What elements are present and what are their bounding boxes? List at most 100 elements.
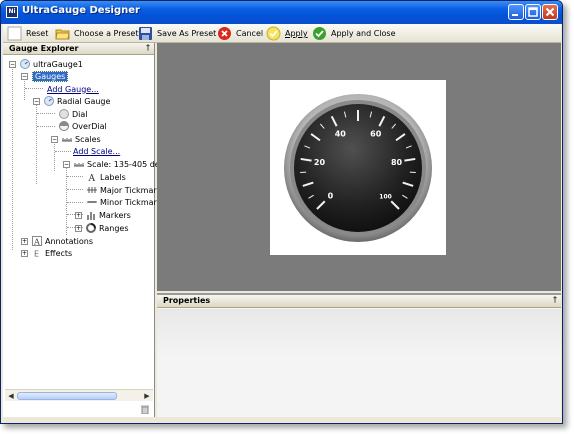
ranges-icon [86,223,96,233]
expand-toggle[interactable]: + [75,224,82,232]
properties-title: Properties [163,296,211,305]
tree-label-radial-gauge: Radial Gauge [57,96,111,106]
apply-and-close-button[interactable]: Apply and Close [312,25,396,42]
window-title: UltraGauge Designer [22,5,140,16]
apply-label: Apply [285,29,308,38]
minor-tickmark-icon [87,201,97,203]
expand-toggle[interactable]: + [21,249,28,257]
tree-node-markers[interactable]: + Markers [75,209,131,221]
dial-icon [59,109,69,119]
tree-node-major-tickmarks[interactable]: Major Tickmar [87,184,157,196]
tree-label-ranges: Ranges [99,223,129,233]
app-icon: Ni [6,6,18,18]
title-bar[interactable]: Ni UltraGauge Designer [1,1,562,24]
markers-icon [87,212,95,220]
add-gauge-link[interactable]: Add Gauge... [47,83,99,95]
tree-label-labels: Labels [100,172,126,182]
reset-icon [7,26,22,41]
gauge-canvas: 0 20 40 60 80 100 [270,80,446,255]
reset-label: Reset [26,29,49,38]
cancel-label: Cancel [236,29,264,38]
tree-node-annotations[interactable]: + A Annotations [21,235,93,247]
scroll-thumb[interactable] [17,392,117,400]
tree-node-dial[interactable]: Dial [59,108,88,120]
tree-node-scale[interactable]: − Scale: 135-405 de [63,158,160,170]
toolbar: Reset Choose a Preset Save As Preset Can… [3,24,561,43]
tree-label-annotations: Annotations [45,236,94,246]
effects-icon: E [34,250,39,259]
tree-label-scales: Scales [75,134,101,144]
maximize-button[interactable] [525,4,541,20]
tree-label-markers: Markers [99,210,131,220]
properties-panel: Properties † [157,293,561,417]
collapse-toggle[interactable]: − [33,97,40,105]
save-preset-label: Save As Preset [157,29,217,38]
choose-preset-button[interactable]: Choose a Preset [55,25,138,42]
expand-toggle[interactable]: + [21,237,28,245]
scale-icon [74,163,84,167]
add-scale-link[interactable]: Add Scale... [73,145,120,157]
cancel-button[interactable]: Cancel [217,25,263,42]
tree-label-scale: Scale: 135-405 de [87,159,160,169]
tree-node-root[interactable]: − ultraGauge1 [9,58,83,70]
add-scale-label: Add Scale... [73,146,121,156]
properties-pin-icon[interactable]: † [553,295,557,304]
save-disk-icon [139,27,152,40]
gauge-label: 100 [379,194,392,201]
properties-grid [157,309,561,362]
gauge-tree: − ultraGauge1 − Gauges Add Gauge... − Ra… [3,56,160,386]
expand-toggle[interactable]: + [75,211,82,219]
tree-node-minor-tickmarks[interactable]: Minor Tickmar [87,196,157,208]
delete-trash-icon[interactable] [140,404,150,414]
horizontal-scrollbar[interactable]: ◀ ▶ [5,389,153,401]
gauge-preview[interactable]: 0 20 40 60 80 100 [270,80,446,255]
gauge-icon [20,59,30,69]
tree-node-radial-gauge[interactable]: − Radial Gauge [33,95,110,107]
reset-button[interactable]: Reset [7,25,48,42]
gauge-label: 40 [335,129,347,138]
overdial-icon [59,121,69,131]
gauge-label: 60 [370,129,382,138]
svg-text:E: E [34,250,39,259]
pin-icon[interactable]: † [146,43,150,52]
scroll-left-icon[interactable]: ◀ [6,391,16,401]
tree-node-effects[interactable]: + E Effects [21,247,72,259]
gauge-label: 20 [314,158,326,167]
tree-label-overdial: OverDial [72,121,107,131]
apply-check-icon [266,26,281,41]
tree-label-root: ultraGauge1 [33,59,83,69]
close-icon [545,7,555,17]
collapse-toggle[interactable]: − [9,60,16,68]
tree-node-ranges[interactable]: + Ranges [75,222,129,234]
gauge-design-surface: 0 20 40 60 80 100 [157,43,561,291]
minimize-icon [512,14,518,16]
choose-preset-label: Choose a Preset [74,29,139,38]
tree-label-effects: Effects [45,248,73,258]
radial-gauge-icon [44,96,54,106]
scroll-right-icon[interactable]: ▶ [142,391,152,401]
save-preset-button[interactable]: Save As Preset [138,25,216,42]
collapse-toggle[interactable]: − [21,72,28,80]
close-button[interactable] [542,4,558,20]
collapse-toggle[interactable]: − [51,135,58,143]
apply-close-label: Apply and Close [331,29,396,38]
collapse-toggle[interactable]: − [63,160,70,168]
folder-open-icon [55,29,70,40]
apply-button[interactable]: Apply [266,25,308,42]
designer-window: Ni UltraGauge Designer Reset Choose a Pr… [0,0,563,424]
gauge-explorer-panel: Gauge Explorer † − ultraGauge1 − Gauges … [3,43,160,417]
svg-text:A: A [33,238,40,247]
properties-header: Properties † [157,295,561,308]
tree-node-scales[interactable]: − Scales [51,133,101,145]
tree-label-major-tickmarks: Major Tickmar [100,185,157,195]
tree-node-overdial[interactable]: OverDial [59,120,107,132]
gauge-label: 0 [328,192,334,201]
apply-close-check-icon [313,27,326,40]
minimize-button[interactable] [508,4,524,20]
gauge-explorer-title: Gauge Explorer [9,44,79,53]
annotations-icon: A [32,236,42,246]
tree-node-labels[interactable]: A Labels [87,171,126,183]
tree-node-gauges[interactable]: − Gauges [21,70,69,82]
gauge-label: 80 [391,158,403,167]
scales-icon [62,138,72,142]
